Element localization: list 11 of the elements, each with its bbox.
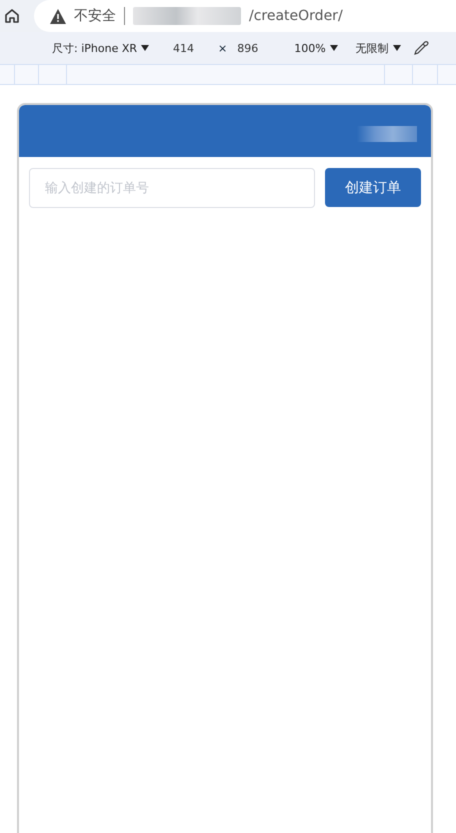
create-order-button[interactable]: 创建订单	[325, 168, 421, 207]
dimensions-dropdown[interactable]: 尺寸: iPhone XR	[52, 40, 150, 56]
url-path: /createOrder/	[249, 8, 343, 24]
times-sign: ×	[218, 42, 228, 54]
address-bar[interactable]: 不安全 /createOrder/	[34, 0, 456, 32]
height-value[interactable]: 896	[237, 42, 258, 54]
width-value[interactable]: 414	[173, 42, 194, 54]
zoom-dropdown[interactable]: 100%	[294, 42, 338, 54]
security-label: 不安全	[74, 7, 116, 25]
throttling-dropdown[interactable]: 无限制	[356, 40, 401, 56]
order-number-field[interactable]: 输入创建的订单号	[29, 168, 315, 208]
